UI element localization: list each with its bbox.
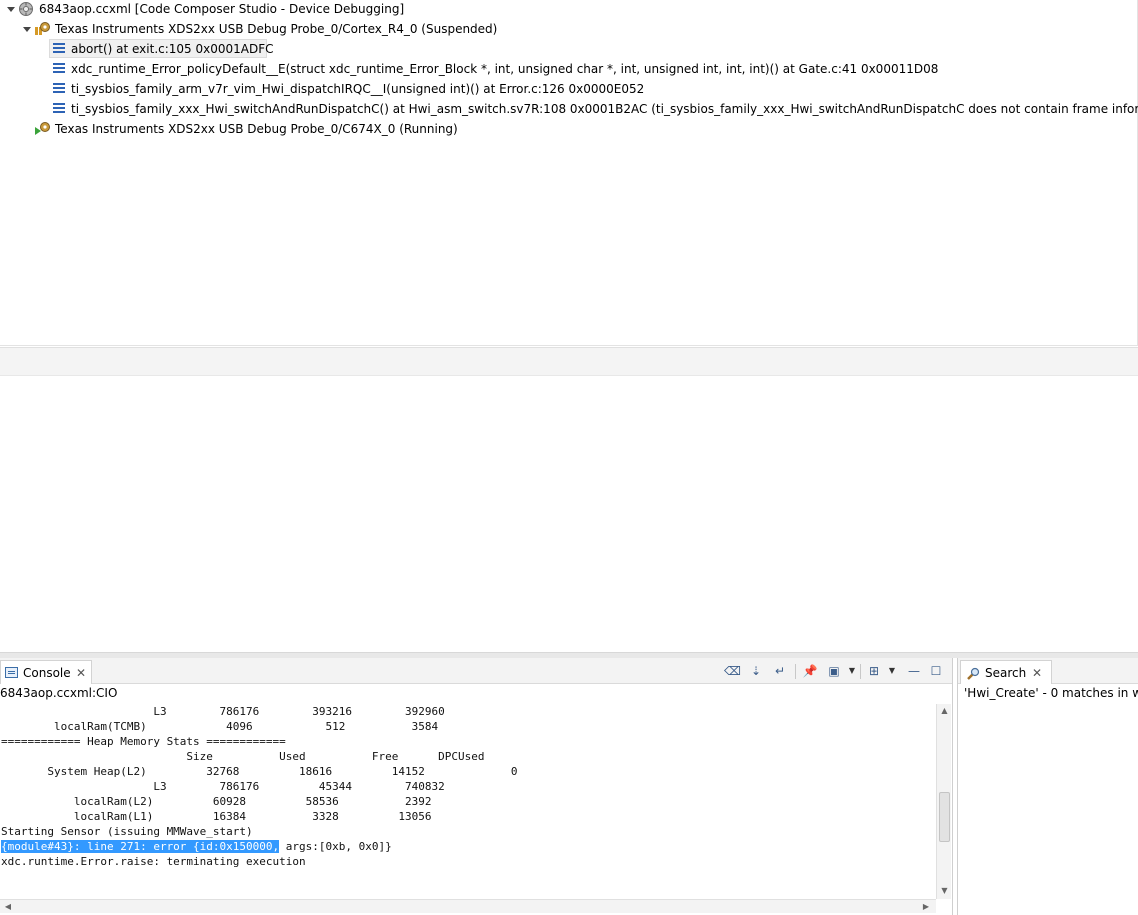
stack-frame-label: abort() at exit.c:105 0x0001ADFC [71,42,274,56]
tab-search[interactable]: Search ✕ [960,660,1052,684]
horizontal-scrollbar[interactable]: ◀ ▶ [0,899,936,913]
running-thread-icon [35,122,50,135]
console-line: System Heap(L2) 32768 18616 14152 0 [1,765,518,778]
debug-core-row[interactable]: Texas Instruments XDS2xx USB Debug Probe… [0,119,460,139]
debug-view: 6843aop.ccxml [Code Composer Studio - De… [0,0,1138,346]
console-icon [5,667,18,678]
tab-console[interactable]: Console ✕ [0,660,92,684]
display-console-icon[interactable]: ▣ [826,663,842,679]
console-line: ============ Heap Memory Stats =========… [1,735,286,748]
debug-launch-row[interactable]: 6843aop.ccxml [Code Composer Studio - De… [0,0,420,19]
minimize-icon[interactable]: — [906,663,922,679]
debug-core-row[interactable]: Texas Instruments XDS2xx USB Debug Probe… [0,19,500,39]
pin-console-icon[interactable]: 📌 [802,663,818,679]
scroll-lock-icon[interactable]: ⇣ [748,663,764,679]
toolbar-separator [860,664,861,679]
chevron-down-icon[interactable]: ▼ [848,665,856,677]
chevron-down-icon[interactable]: ▼ [888,665,896,677]
tab-search-label: Search [985,666,1027,680]
console-line: L3 786176 393216 392960 [1,705,445,718]
search-icon [967,667,980,680]
clear-console-icon[interactable]: ⌫ [724,663,741,679]
error-line-rest: args:[0xb, 0x0]} [279,840,392,853]
close-icon[interactable]: ✕ [76,661,86,685]
tab-console-label: Console [23,666,71,680]
maximize-icon[interactable]: ☐ [928,663,944,679]
console-line: L3 786176 45344 740832 [1,780,445,793]
view-separator [0,347,1138,376]
console-line: xdc.runtime.Error.raise: terminating exe… [1,855,306,868]
console-name: 6843aop.ccxml:CIO [0,686,118,700]
collapse-icon[interactable] [23,27,31,32]
stack-frame-icon [53,63,65,74]
scrollbar-thumb[interactable] [939,792,950,842]
stack-frame-row[interactable]: abort() at exit.c:105 0x0001ADFC [0,39,274,59]
console-panel: Console ✕ ⌫ ⇣ ↵ 📌 ▣ ▼ ⊞ ▼ — ☐ 6843aop.cc… [0,658,953,915]
console-line: localRam(TCMB) 4096 512 3584 [1,720,439,733]
vertical-scrollbar[interactable]: ▲ ▼ [936,704,951,899]
console-output[interactable]: L3 786176 393216 392960 localRam(TCMB) 4… [0,704,936,899]
console-line: localRam(L1) 16384 3328 13056 [1,810,432,823]
stack-frame-label: xdc_runtime_Error_policyDefault__E(struc… [71,62,939,76]
stack-frame-icon [53,103,65,114]
stack-frame-label: ti_sysbios_family_xxx_Hwi_switchAndRunDi… [71,102,1138,116]
stack-frame-icon [53,83,65,94]
word-wrap-icon[interactable]: ↵ [772,663,788,679]
toolbar-separator [795,664,796,679]
debug-core-label: Texas Instruments XDS2xx USB Debug Probe… [55,122,458,136]
stack-frame-row[interactable]: ti_sysbios_family_xxx_Hwi_switchAndRunDi… [0,99,1138,119]
console-line: localRam(L2) 60928 58536 2392 [1,795,432,808]
collapse-icon[interactable] [7,7,15,12]
console-error-line: {module#43}: line 271: error {id:0x15000… [1,839,392,854]
close-icon[interactable]: ✕ [1032,661,1042,685]
stack-frame-label: ti_sysbios_family_arm_v7r_vim_Hwi_dispat… [71,82,645,96]
scroll-left-icon[interactable]: ◀ [2,901,14,913]
stack-frame-row[interactable]: ti_sysbios_family_arm_v7r_vim_Hwi_dispat… [0,79,644,99]
debug-launch-label: 6843aop.ccxml [Code Composer Studio - De… [39,2,405,16]
debug-core-label: Texas Instruments XDS2xx USB Debug Probe… [55,22,498,36]
console-tabbar: Console ✕ ⌫ ⇣ ↵ 📌 ▣ ▼ ⊞ ▼ — ☐ [0,658,952,684]
stack-frame-icon [53,43,65,54]
open-console-icon[interactable]: ⊞ [866,663,882,679]
scroll-down-icon[interactable]: ▼ [939,886,950,896]
console-line: Size Used Free DPCUsed [1,750,485,763]
debug-config-icon [19,2,33,16]
search-tabbar: Search ✕ [958,658,1138,684]
search-result-summary: 'Hwi_Create' - 0 matches in wo [964,686,1138,700]
scroll-right-icon[interactable]: ▶ [920,901,932,913]
selected-text[interactable]: {module#43}: line 271: error {id:0x15000… [1,840,280,853]
stack-frame-row[interactable]: xdc_runtime_Error_policyDefault__E(struc… [0,59,938,79]
search-panel: Search ✕ 'Hwi_Create' - 0 matches in wo [957,658,1138,915]
suspended-thread-icon [35,22,50,35]
console-line: Starting Sensor (issuing MMWave_start) [1,825,253,838]
editor-area [0,376,1138,652]
scroll-up-icon[interactable]: ▲ [939,706,950,716]
